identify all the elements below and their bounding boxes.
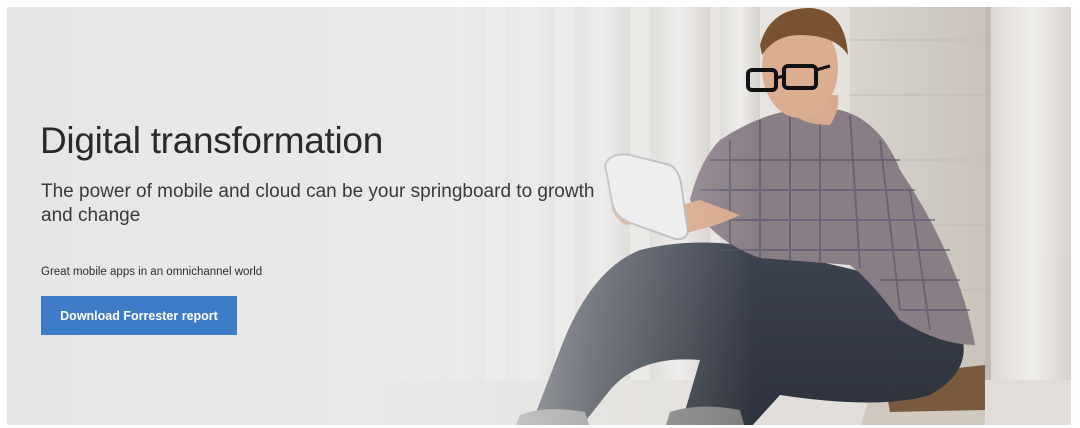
banner-frame-top bbox=[0, 0, 1080, 7]
banner-frame-left bbox=[0, 0, 7, 428]
hero-subtitle: The power of mobile and cloud can be you… bbox=[41, 181, 595, 226]
hero-banner: Digital transformation The power of mobi… bbox=[0, 0, 1080, 428]
download-forrester-report-button[interactable]: Download Forrester report bbox=[41, 296, 237, 335]
banner-frame-right bbox=[1071, 0, 1080, 428]
hero-title: Digital transformation bbox=[40, 120, 383, 161]
hero-tagline: Great mobile apps in an omnichannel worl… bbox=[41, 266, 263, 278]
